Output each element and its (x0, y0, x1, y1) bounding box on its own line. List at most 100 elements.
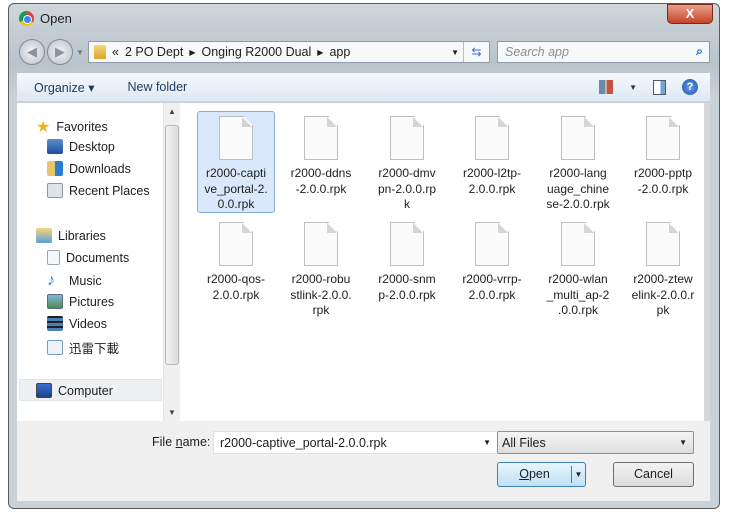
title-bar: Open (19, 11, 72, 26)
file-name-line: r2000-lang (549, 166, 607, 180)
nav-recent-places[interactable]: Recent Places (47, 183, 150, 198)
search-input[interactable]: Search app ⌕ (497, 41, 710, 63)
view-options-dropdown-icon[interactable]: ▼ (629, 83, 637, 92)
file-name-line: r2000-snm (378, 272, 436, 286)
search-placeholder: Search app (505, 45, 569, 59)
file-icon (390, 116, 424, 160)
nav-label: Music (69, 274, 102, 288)
nav-libraries[interactable]: Libraries (36, 228, 106, 243)
nav-scrollbar[interactable]: ▲ ▼ (163, 103, 180, 421)
refresh-icon[interactable]: ⇆ (463, 42, 489, 62)
file-item[interactable]: r2000-lang uage_chine se-2.0.0.rpk (539, 111, 617, 214)
nav-videos[interactable]: Videos (47, 316, 107, 331)
library-folder-icon (47, 340, 63, 355)
address-bar[interactable]: « 2 PO Dept ▶ Onging R2000 Dual ▶ app ▼ ⇆ (88, 41, 490, 63)
videos-icon (47, 316, 63, 331)
new-folder-button[interactable]: New folder (127, 80, 187, 94)
chevron-right-icon[interactable]: ▶ (317, 48, 323, 57)
file-name-line: r2000-robu (291, 272, 351, 286)
nav-label: Favorites (56, 120, 108, 134)
file-item[interactable]: r2000-dmv pn-2.0.0.rp k (368, 111, 446, 214)
documents-icon (47, 250, 60, 265)
window-title: Open (40, 11, 72, 26)
organize-button[interactable]: Organize ▾ (34, 80, 94, 95)
cancel-button[interactable]: Cancel (613, 462, 694, 487)
back-button[interactable]: ◀ (19, 39, 45, 65)
file-item[interactable]: r2000-vrrp- 2.0.0.rpk (453, 217, 531, 304)
file-name-line: p-2.0.0.rpk (378, 287, 436, 302)
file-name-line: r2000-ztew (633, 272, 693, 286)
file-name-line: 2.0.0.rpk (468, 181, 516, 196)
chevron-right-icon[interactable]: ▶ (189, 48, 195, 57)
file-item[interactable]: r2000-ddns -2.0.0.rpk (282, 111, 360, 198)
address-dropdown-icon[interactable]: ▼ (451, 48, 459, 57)
scroll-down-icon[interactable]: ▼ (168, 408, 176, 417)
scroll-up-icon[interactable]: ▲ (168, 107, 176, 116)
chevron-down-icon[interactable]: ▼ (483, 438, 491, 447)
file-icon (304, 222, 338, 266)
file-icon (219, 116, 253, 160)
file-item[interactable]: r2000-qos- 2.0.0.rpk (197, 217, 275, 304)
file-icon (304, 116, 338, 160)
file-name-line: r2000-dmv (378, 166, 436, 180)
file-name-line: r2000-qos- (206, 272, 266, 286)
recent-locations-dropdown[interactable]: ▼ (76, 48, 84, 57)
search-icon[interactable]: ⌕ (696, 44, 703, 59)
nav-desktop[interactable]: Desktop (47, 139, 115, 154)
file-item[interactable]: r2000-ztew elink-2.0.0.r pk (624, 217, 702, 320)
file-item[interactable]: r2000-pptp -2.0.0.rpk (624, 111, 702, 198)
file-icon (561, 222, 595, 266)
file-item[interactable]: r2000-l2tp- 2.0.0.rpk (453, 111, 531, 198)
nav-label: Computer (58, 383, 113, 398)
nav-xunlei[interactable]: 迅雷下載 (47, 338, 119, 357)
file-name-line: -2.0.0.rpk (295, 181, 347, 196)
file-name-line: r2000-vrrp- (462, 272, 522, 286)
nav-documents[interactable]: Documents (47, 250, 129, 265)
help-icon[interactable]: ? (682, 79, 698, 95)
file-item[interactable]: r2000-wlan _multi_ap-2.0.0.rpk (539, 217, 617, 320)
breadcrumb-item[interactable]: Onging R2000 Dual (201, 45, 311, 59)
breadcrumb-item[interactable]: app (329, 45, 350, 59)
bottom-panel: File name: r2000-captive_portal-2.0.0.rp… (17, 421, 710, 501)
file-name-line: stlink-2.0.0. (290, 287, 352, 302)
star-icon: ★ (36, 119, 51, 136)
file-icon (646, 116, 680, 160)
file-item[interactable]: r2000-capti ve_portal-2. 0.0.rpk (197, 111, 275, 213)
nav-computer[interactable]: Computer (36, 383, 113, 398)
file-type-value: All Files (502, 436, 546, 450)
music-icon: ♪ (47, 272, 55, 289)
file-icon (390, 222, 424, 266)
nav-pictures[interactable]: Pictures (47, 294, 114, 309)
scroll-thumb[interactable] (165, 125, 179, 365)
file-item[interactable]: r2000-snm p-2.0.0.rpk (368, 217, 446, 304)
breadcrumb-overflow[interactable]: « (112, 45, 119, 59)
file-type-select[interactable]: All Files ▼ (497, 431, 694, 454)
file-name-line: rpk (312, 303, 330, 317)
nav-favorites[interactable]: ★ Favorites (36, 117, 108, 137)
file-icon (561, 116, 595, 160)
computer-icon (36, 383, 52, 398)
file-name-label: File name: (152, 435, 211, 449)
nav-downloads[interactable]: Downloads (47, 161, 131, 176)
open-split-dropdown-icon[interactable]: ▼ (571, 466, 585, 483)
nav-label: Pictures (69, 294, 115, 309)
file-item[interactable]: r2000-robu stlink-2.0.0. rpk (282, 217, 360, 320)
chevron-down-icon[interactable]: ▼ (679, 438, 687, 447)
file-list-scrollbar[interactable] (704, 103, 710, 421)
change-view-icon[interactable] (599, 80, 614, 94)
forward-button[interactable]: ▶ (47, 39, 73, 65)
open-button[interactable]: Open ▼ (497, 462, 586, 487)
nav-label: Videos (69, 316, 107, 331)
preview-pane-icon[interactable] (653, 79, 666, 95)
file-icon (475, 222, 509, 266)
nav-music[interactable]: ♪ Music (47, 272, 102, 290)
file-icon (475, 116, 509, 160)
desktop-icon (47, 139, 63, 154)
breadcrumb-item[interactable]: 2 PO Dept (125, 45, 183, 59)
file-name-line: 2.0.0.rpk (212, 287, 260, 302)
close-button[interactable]: X (667, 4, 713, 24)
libraries-icon (36, 228, 52, 243)
folder-icon (94, 45, 106, 59)
downloads-icon (47, 161, 63, 176)
file-name-input[interactable]: r2000-captive_portal-2.0.0.rpk ▼ (213, 431, 500, 454)
